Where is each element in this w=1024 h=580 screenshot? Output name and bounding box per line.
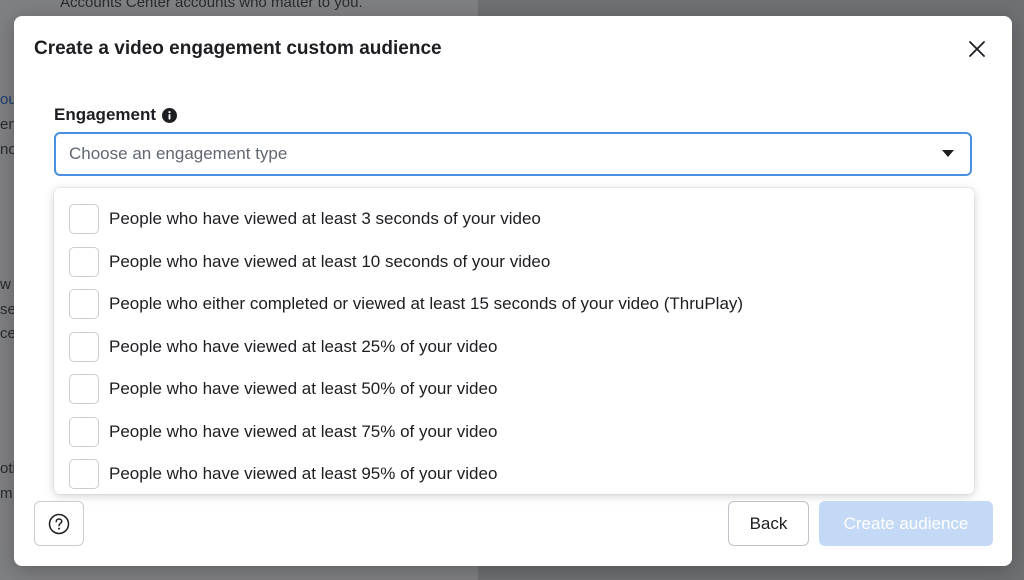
- option-label: People who have viewed at least 3 second…: [109, 209, 541, 229]
- engagement-label-row: Engagement: [54, 105, 178, 125]
- option-label: People who have viewed at least 95% of y…: [109, 464, 498, 484]
- close-button[interactable]: [964, 36, 990, 62]
- help-button[interactable]: [34, 501, 84, 546]
- engagement-label: Engagement: [54, 105, 157, 124]
- engagement-option[interactable]: People who have viewed at least 25% of y…: [54, 326, 974, 369]
- option-label: People who either completed or viewed at…: [109, 294, 744, 314]
- option-checkbox[interactable]: [69, 204, 99, 235]
- background-fragment: w: [0, 276, 11, 293]
- dialog-title: Create a video engagement custom audienc…: [34, 38, 442, 59]
- caret-down-icon: [942, 150, 954, 157]
- create-audience-button[interactable]: Create audience: [819, 501, 993, 546]
- option-label: People who have viewed at least 75% of y…: [109, 421, 498, 441]
- option-checkbox[interactable]: [69, 416, 99, 447]
- option-label: People who have viewed at least 25% of y…: [109, 336, 498, 356]
- engagement-option[interactable]: People who have viewed at least 95% of y…: [54, 453, 974, 496]
- info-icon[interactable]: [162, 107, 178, 123]
- option-checkbox[interactable]: [69, 374, 99, 405]
- custom-audience-dialog: Create a video engagement custom audienc…: [14, 16, 1012, 566]
- select-placeholder: Choose an engagement type: [69, 144, 288, 163]
- background-top-text: Accounts Center accounts who matter to y…: [60, 0, 363, 11]
- background-fragment: m: [0, 485, 13, 502]
- engagement-option[interactable]: People who have viewed at least 75% of y…: [54, 411, 974, 454]
- option-checkbox[interactable]: [69, 331, 99, 362]
- option-label: People who have viewed at least 10 secon…: [109, 251, 551, 271]
- back-button[interactable]: Back: [728, 501, 809, 546]
- close-icon: [969, 41, 985, 57]
- engagement-option[interactable]: People who have viewed at least 50% of y…: [54, 368, 974, 411]
- option-checkbox[interactable]: [69, 246, 99, 277]
- option-checkbox[interactable]: [69, 289, 99, 320]
- option-checkbox[interactable]: [69, 459, 99, 490]
- engagement-option[interactable]: People who either completed or viewed at…: [54, 283, 974, 326]
- engagement-type-dropdown: People who have viewed at least 3 second…: [54, 188, 974, 494]
- engagement-option[interactable]: People who have viewed at least 10 secon…: [54, 241, 974, 284]
- option-label: People who have viewed at least 50% of y…: [109, 379, 498, 399]
- engagement-type-select[interactable]: Choose an engagement type: [54, 132, 972, 176]
- engagement-option[interactable]: People who have viewed at least 3 second…: [54, 198, 974, 241]
- question-icon: [48, 513, 70, 534]
